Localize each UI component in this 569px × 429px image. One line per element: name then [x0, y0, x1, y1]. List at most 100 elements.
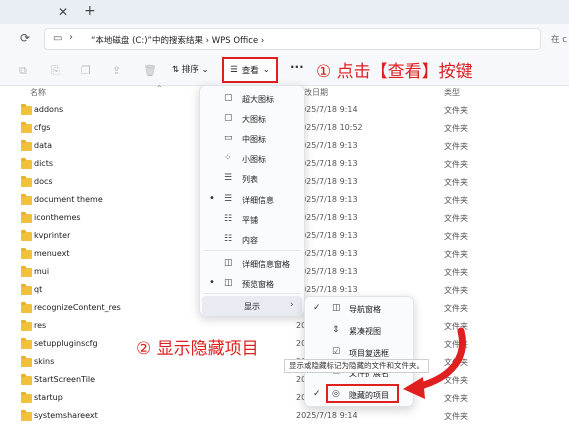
- file-name: kvprinter: [34, 231, 71, 240]
- menu-item-show[interactable]: 显示 ›: [202, 296, 302, 316]
- menu-item-label: 平铺: [242, 216, 258, 225]
- folder-icon: [21, 248, 32, 259]
- menu-item-label: 显示: [244, 302, 260, 311]
- file-type: 文件夹: [444, 196, 468, 205]
- menu-item-tiles[interactable]: ☷ 平铺: [200, 210, 304, 230]
- file-type: 文件夹: [444, 286, 468, 295]
- view-mode-icon: ◫: [224, 258, 233, 268]
- sort-icon: ⇅: [172, 65, 180, 75]
- menu-item-navigation-pane[interactable]: ✓ ◫ 导航窗格: [305, 299, 413, 319]
- chevron-down-icon: ⌄: [262, 65, 270, 75]
- menu-item-small-icons[interactable]: ⁘ 小图标: [200, 149, 304, 169]
- menu-item-details[interactable]: • ☰ 详细信息: [200, 190, 304, 210]
- more-button[interactable]: ···: [290, 60, 304, 74]
- folder-icon: [21, 230, 32, 241]
- search-input[interactable]: 在 c: [551, 33, 567, 45]
- file-date: 2025/7/18 9:14: [296, 105, 358, 114]
- view-mode-icon: ▢: [224, 93, 233, 103]
- folder-icon: [21, 194, 32, 205]
- sort-button[interactable]: ⇅ 排序 ⌄: [172, 63, 209, 75]
- view-dropdown-menu: ▢ 超大图标 ▢ 大图标 ▭ 中图标 ⁘ 小图标 ☰ 列表 • ☰ 详细信息 ☷ 平铺 ☷ 内容 ◫ 详细信息窗格 •…: [199, 85, 305, 316]
- menu-item-label: 预览窗格: [242, 280, 274, 289]
- file-name: docs: [34, 177, 53, 186]
- file-name: recognizeContent_res: [34, 303, 121, 312]
- file-date: 2025/7/18 10:52: [296, 123, 363, 132]
- view-label: 查看: [241, 66, 259, 76]
- delete-icon[interactable]: 🗑: [143, 64, 157, 77]
- new-tab-icon[interactable]: +: [84, 3, 96, 19]
- file-name: res: [34, 321, 47, 330]
- menu-item-label: 导航窗格: [349, 305, 381, 314]
- refresh-icon[interactable]: ⟳: [20, 31, 30, 45]
- menu-item-preview-pane[interactable]: • ◫ 预览窗格: [200, 274, 304, 294]
- folder-icon: [21, 158, 32, 169]
- menu-item-label: 超大图标: [242, 95, 274, 104]
- file-name: dicts: [34, 159, 54, 168]
- menu-item-list[interactable]: ☰ 列表: [200, 169, 304, 189]
- folder-icon: [21, 176, 32, 187]
- column-header-name[interactable]: 名称: [30, 87, 46, 98]
- file-name: StartScreenTile: [34, 375, 96, 384]
- folder-icon: [21, 410, 32, 421]
- file-date: 2025/7/18 9:13: [296, 285, 358, 294]
- file-type: 文件夹: [444, 412, 468, 421]
- share-icon[interactable]: ⇪: [112, 64, 121, 77]
- view-mode-icon: ▭: [224, 133, 233, 143]
- folder-icon: [21, 356, 32, 367]
- folder-icon: [21, 320, 32, 331]
- file-row[interactable]: StartScreenTile2025/7/18 9:13文件夹: [0, 372, 569, 390]
- highlight-box: [326, 384, 399, 403]
- menu-separator: [204, 250, 300, 251]
- file-row[interactable]: res2025/7/18 9:13文件夹: [0, 318, 569, 336]
- close-tab-icon[interactable]: ✕: [58, 5, 68, 19]
- breadcrumb[interactable]: “本地磁盘 (C:)”中的搜索结果 › WPS Office ›: [91, 34, 264, 46]
- option-icon: ⇕: [332, 325, 340, 335]
- selected-dot-icon: •: [209, 277, 215, 288]
- folder-icon: [21, 284, 32, 295]
- view-icon: ☰: [230, 65, 238, 75]
- cut-icon[interactable]: ⧉: [19, 64, 27, 78]
- view-mode-icon: ☷: [224, 234, 233, 244]
- copy-icon[interactable]: ⎘: [51, 64, 60, 78]
- menu-item-extra-large-icons[interactable]: ▢ 超大图标: [200, 89, 304, 109]
- tab-bar: ✕ +: [0, 0, 569, 24]
- folder-icon: [21, 392, 32, 403]
- file-date: 2025/7/18 9:13: [296, 195, 358, 204]
- menu-item-label: 紧凑视图: [349, 327, 381, 336]
- address-field[interactable]: ▭ › “本地磁盘 (C:)”中的搜索结果 › WPS Office ›: [44, 28, 541, 50]
- column-header-type[interactable]: 类型: [444, 87, 460, 98]
- arrow-shaft: [413, 327, 466, 391]
- file-row[interactable]: systemshareext 2025/7/18 9:14 文件夹: [0, 408, 569, 426]
- chevron-down-icon: ⌄: [201, 65, 209, 75]
- menu-item-label: 内容: [242, 236, 258, 245]
- command-bar: ⧉ ⎘ ❐ ⇪ 🗑 ⇅ 排序 ⌄ ☰ 查看 ⌄ ··· ① 点击【查看】按键: [0, 54, 569, 86]
- arrow-annotation: [403, 327, 466, 399]
- file-date: 2025/7/18 9:13: [296, 267, 358, 276]
- file-date: 2025/7/18 9:13: [296, 159, 358, 168]
- menu-item-content[interactable]: ☷ 内容: [200, 230, 304, 250]
- file-type: 文件夹: [444, 232, 468, 241]
- menu-item-medium-icons[interactable]: ▭ 中图标: [200, 129, 304, 149]
- paste-icon[interactable]: ❐: [81, 64, 91, 77]
- file-date: 2025/7/18 9:13: [296, 141, 358, 150]
- file-type: 文件夹: [444, 304, 468, 313]
- file-row[interactable]: setuppluginscfg2025/7/18 9:13文件夹: [0, 336, 569, 354]
- option-icon: ☑: [332, 347, 341, 357]
- view-mode-icon: ☷: [224, 214, 233, 224]
- view-button[interactable]: ☰ 查看 ⌄: [222, 57, 278, 83]
- file-type: 文件夹: [444, 160, 468, 169]
- file-date: 2025/7/18 9:13: [296, 213, 358, 222]
- folder-icon: [21, 212, 32, 223]
- sort-up-icon: ⌃: [156, 84, 163, 93]
- menu-item-label: 详细信息窗格: [242, 260, 290, 269]
- menu-item-large-icons[interactable]: ▢ 大图标: [200, 109, 304, 129]
- menu-item-details-pane[interactable]: ◫ 详细信息窗格: [200, 254, 304, 274]
- file-name: systemshareext: [34, 411, 98, 420]
- file-date: 2025/7/18 9:14: [296, 411, 358, 420]
- file-type: 文件夹: [444, 106, 468, 115]
- file-name: document theme: [34, 195, 103, 204]
- folder-icon: [21, 302, 32, 313]
- file-row[interactable]: startup2025/7/18 9:13文件夹: [0, 390, 569, 408]
- file-date: 2025/7/18 9:13: [296, 231, 358, 240]
- view-mode-icon: ◫: [224, 278, 233, 288]
